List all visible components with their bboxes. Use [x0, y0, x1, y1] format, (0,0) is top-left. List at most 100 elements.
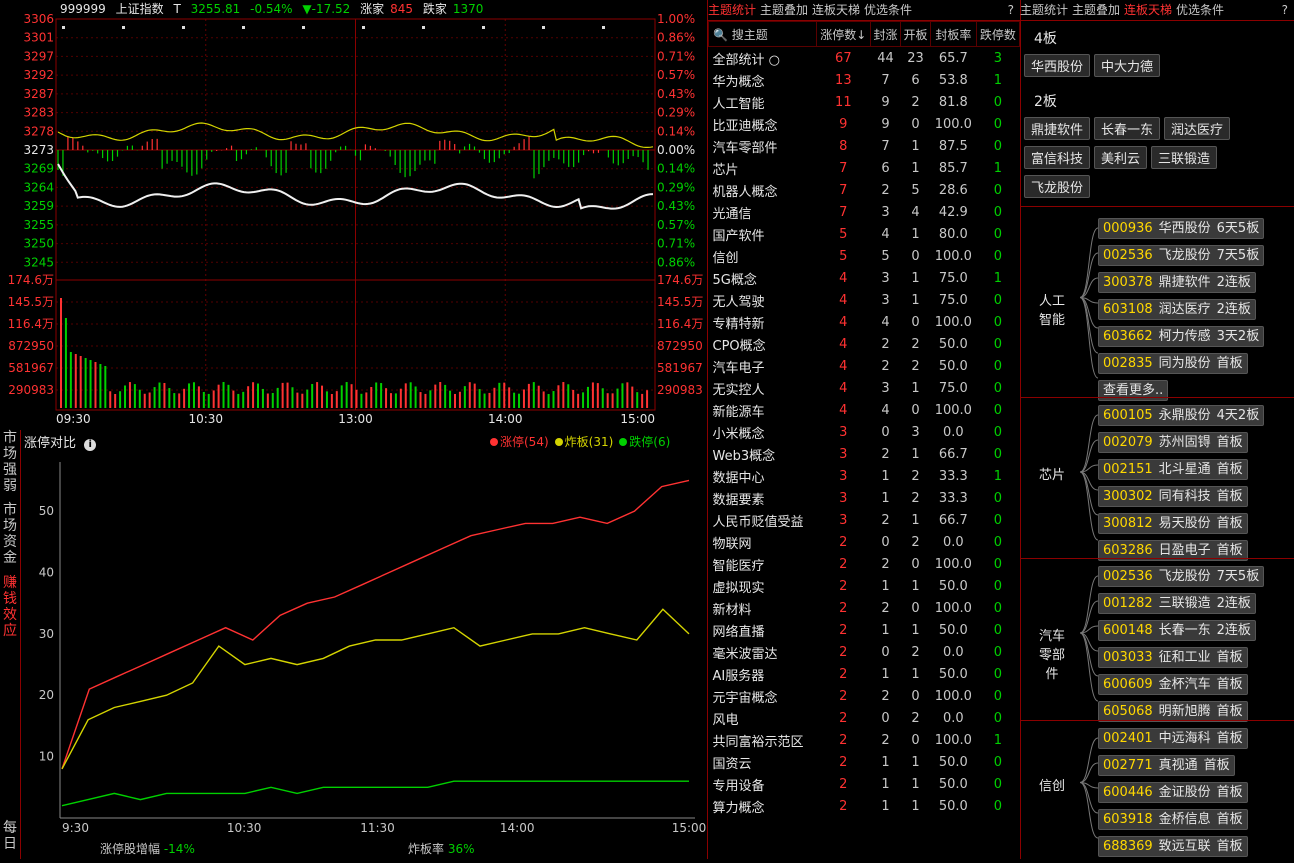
- side-tab-1[interactable]: 市场资金: [2, 502, 18, 566]
- ladder-stock[interactable]: 688369 致远互联 首板: [1098, 836, 1248, 857]
- topic-row[interactable]: 芯片 7 6 1 85.7 1: [709, 157, 1020, 179]
- topic-cell: 0: [993, 314, 1002, 330]
- topic-row[interactable]: 国产软件 5 4 1 80.0 0: [709, 223, 1020, 245]
- stock-name: 同有科技: [1158, 489, 1211, 504]
- volume-bar: [503, 382, 506, 408]
- topic-row[interactable]: 信创 5 5 0 100.0 0: [709, 245, 1020, 267]
- ladder-stock[interactable]: 002771 真视通 首板: [1098, 755, 1235, 776]
- topic-row[interactable]: 光通信 7 3 4 42.9 0: [709, 201, 1020, 223]
- topic-row[interactable]: 5G概念 4 3 1 75.0 1: [709, 267, 1020, 289]
- volume-bar: [567, 384, 570, 408]
- mid-tab-2[interactable]: 连板天梯: [812, 3, 860, 17]
- volume-bar: [434, 384, 437, 408]
- mid-tab-1[interactable]: 主题叠加: [760, 3, 808, 17]
- ladder-stock[interactable]: 300302 同有科技 首板: [1098, 486, 1248, 507]
- topic-row[interactable]: 元宇宙概念 2 2 0 100.0 0: [709, 685, 1020, 707]
- topic-row[interactable]: 专用设备 2 1 1 50.0 0: [709, 773, 1020, 795]
- limitup-chart[interactable]: 10 20 30 40 50 9:30 10:30 11:30 14:00 15:00: [20, 450, 706, 859]
- topic-row[interactable]: 新能源车 4 4 0 100.0 0: [709, 399, 1020, 421]
- topic-row[interactable]: 共同富裕示范区 2 2 0 100.0 1: [709, 729, 1020, 751]
- topic-row[interactable]: 专精特新 4 4 0 100.0 0: [709, 311, 1020, 333]
- topic-row[interactable]: 无人驾驶 4 3 1 75.0 0: [709, 289, 1020, 311]
- volume-bar: [119, 391, 122, 408]
- topic-row[interactable]: CPO概念 4 2 2 50.0 0: [709, 333, 1020, 355]
- intraday-chart[interactable]: 3306 1.00% 3301 0.86% 3297 0.71% 3292 0.57% 3287…: [0, 0, 706, 430]
- ladder-stock[interactable]: 603918 金桥信息 首板: [1098, 809, 1248, 830]
- ladder-stock[interactable]: 002835 同为股份 首板: [1098, 353, 1248, 374]
- topic-cell: 0.0: [942, 644, 964, 660]
- column-header[interactable]: 封板率: [929, 21, 977, 47]
- topic-row[interactable]: 数据要素 3 1 2 33.3 0: [709, 487, 1020, 509]
- event-marker: [482, 26, 485, 29]
- ladder-stock[interactable]: 002079 苏州固锝 首板: [1098, 432, 1248, 453]
- topic-row[interactable]: 小米概念 3 0 3 0.0 0: [709, 421, 1020, 443]
- mid-tab-3[interactable]: 优选条件: [864, 3, 912, 17]
- ladder-stock[interactable]: 603662 柯力传感 3天2板: [1098, 326, 1265, 347]
- column-header[interactable]: 开板: [900, 21, 931, 47]
- ladder-stock[interactable]: 002401 中远海科 首板: [1098, 728, 1248, 749]
- ladder-stock[interactable]: 000936 华西股份 6天5板: [1098, 218, 1265, 239]
- topic-row[interactable]: 无实控人 4 3 1 75.0 0: [709, 377, 1020, 399]
- ladder-stock[interactable]: 003033 征和工业 首板: [1098, 647, 1248, 668]
- topic-row[interactable]: 比亚迪概念 9 9 0 100.0 0: [709, 113, 1020, 135]
- ladder-stock[interactable]: 002536 飞龙股份 7天5板: [1098, 245, 1265, 266]
- column-header[interactable]: 跌停数: [975, 21, 1021, 47]
- volume-tick-right: 581967: [657, 361, 703, 375]
- ladder-stock[interactable]: 600446 金证股份 首板: [1098, 782, 1248, 803]
- footer-right-label: 炸板率: [408, 842, 445, 856]
- topic-row[interactable]: 华为概念 13 7 6 53.8 1: [709, 69, 1020, 91]
- x-tick: 15:00: [672, 821, 706, 835]
- topic-row[interactable]: 网络直播 2 1 1 50.0 0: [709, 619, 1020, 641]
- ladder-stock[interactable]: 002151 北斗星通 首板: [1098, 459, 1248, 480]
- column-header[interactable]: 封涨: [870, 21, 901, 47]
- topic-row[interactable]: 机器人概念 7 2 5 28.6 0: [709, 179, 1020, 201]
- topic-row[interactable]: 汽车零部件 8 7 1 87.5 0: [709, 135, 1020, 157]
- volume-bar: [449, 390, 452, 408]
- ladder-stock[interactable]: 600105 永鼎股份 4天2板: [1098, 405, 1265, 426]
- volume-bar: [212, 390, 215, 408]
- volume-bar: [591, 382, 594, 408]
- topic-cell: 3: [839, 468, 848, 484]
- ladder-stock[interactable]: 605068 明新旭腾 首板: [1098, 701, 1248, 722]
- price-tick: 3245: [23, 255, 54, 269]
- volume-bar: [547, 393, 550, 408]
- side-tab-3[interactable]: 每日: [2, 820, 18, 852]
- column-header[interactable]: 涨停数↓: [815, 21, 872, 47]
- topic-row[interactable]: 智能医疗 2 2 0 100.0 0: [709, 553, 1020, 575]
- topic-row[interactable]: Web3概念 3 2 1 66.7 0: [709, 443, 1020, 465]
- topic-row[interactable]: 人民币贬值受益 3 2 1 66.7 0: [709, 509, 1020, 531]
- volume-bar: [153, 387, 156, 408]
- topic-row[interactable]: 新材料 2 2 0 100.0 0: [709, 597, 1020, 619]
- ladder-stock[interactable]: 001282 三联锻造 2连板: [1098, 593, 1256, 614]
- side-tab-2[interactable]: 赚钱效应: [2, 575, 18, 639]
- ladder-stock[interactable]: 600148 长春一东 2连板: [1098, 620, 1256, 641]
- price-tick: 3278: [23, 124, 54, 138]
- ladder-stock[interactable]: 300812 易天股份 首板: [1098, 513, 1248, 534]
- topic-cell: 0: [911, 402, 920, 418]
- side-tab-0[interactable]: 市场强弱: [2, 430, 18, 494]
- topic-row[interactable]: 汽车电子 4 2 2 50.0 0: [709, 355, 1020, 377]
- ladder-stock[interactable]: 002536 飞龙股份 7天5板: [1098, 566, 1265, 587]
- ladder-stock[interactable]: 603108 润达医疗 2连板: [1098, 299, 1256, 320]
- mid-help-icon[interactable]: ?: [1008, 0, 1014, 20]
- group-label: 芯片: [1038, 468, 1065, 483]
- topic-row[interactable]: 虚拟现实 2 1 1 50.0 0: [709, 575, 1020, 597]
- topic-cell: 1: [881, 468, 890, 484]
- topic-row[interactable]: 数据中心 3 1 2 33.3 1: [709, 465, 1020, 487]
- topic-row[interactable]: AI服务器 2 1 1 50.0 0: [709, 663, 1020, 685]
- topic-row[interactable]: 国资云 2 1 1 50.0 0: [709, 751, 1020, 773]
- mid-tab-0[interactable]: 主题统计: [708, 3, 756, 17]
- topic-cell: 1: [911, 622, 920, 638]
- topic-row[interactable]: 算力概念 2 1 1 50.0 0: [709, 795, 1020, 817]
- topic-row[interactable]: 人工智能 11 9 2 81.8 0: [709, 91, 1020, 113]
- ladder-stock[interactable]: 300378 鼎捷软件 2连板: [1098, 272, 1256, 293]
- topic-row[interactable]: 毫米波雷达 2 0 2 0.0 0: [709, 641, 1020, 663]
- stock-code: 002536: [1103, 569, 1153, 584]
- topic-cell: 0: [911, 556, 920, 572]
- topic-row[interactable]: 全部统计 ○ 67 44 23 65.7 3: [709, 47, 1020, 70]
- topic-row[interactable]: 物联网 2 0 2 0.0 0: [709, 531, 1020, 553]
- time-tick: 10:30: [188, 412, 223, 426]
- search-topic-header[interactable]: 🔍 搜主题: [708, 21, 817, 47]
- topic-row[interactable]: 风电 2 0 2 0.0 0: [709, 707, 1020, 729]
- ladder-stock[interactable]: 600609 金杯汽车 首板: [1098, 674, 1248, 695]
